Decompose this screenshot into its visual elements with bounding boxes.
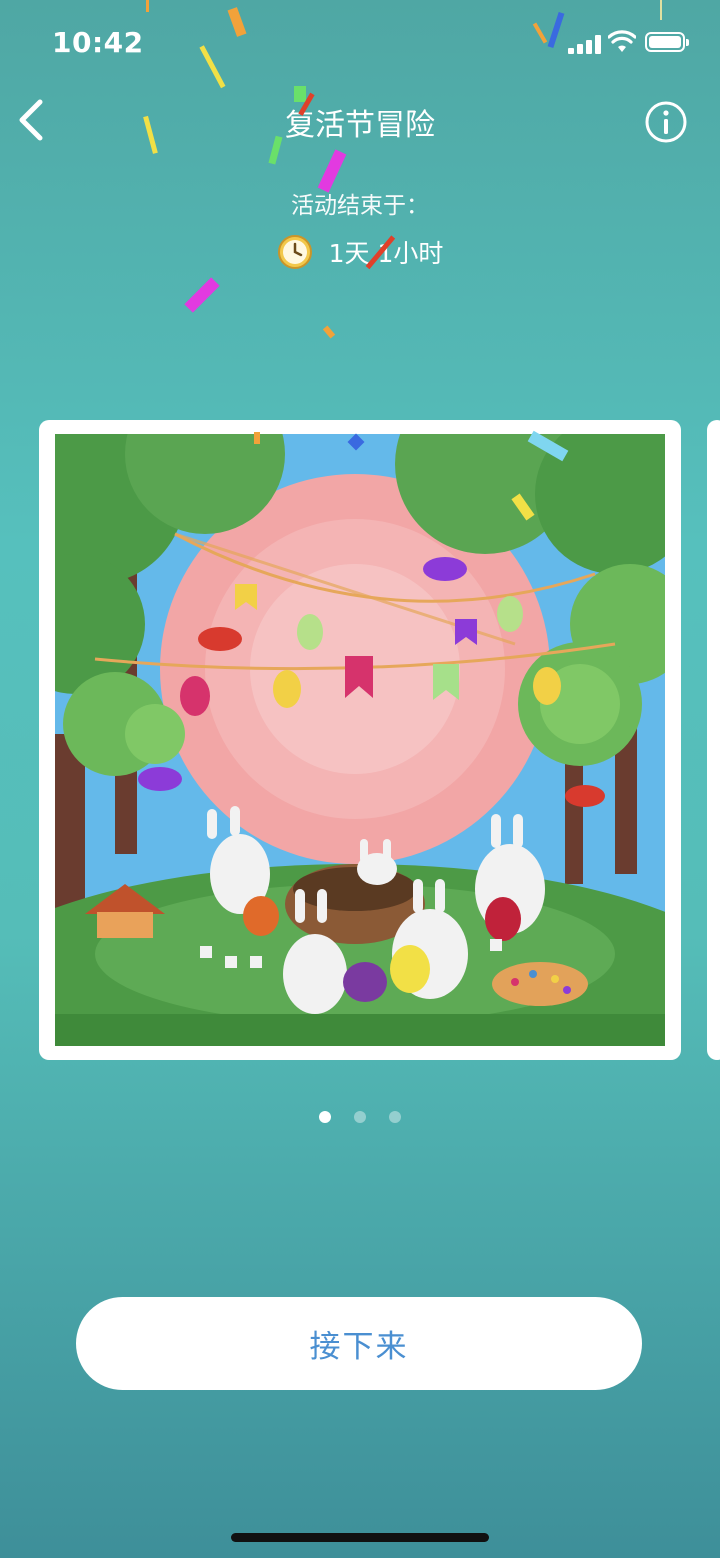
wifi-icon — [608, 30, 636, 52]
next-button[interactable]: 接下来 — [76, 1297, 642, 1390]
next-carousel-card-peek[interactable] — [707, 420, 720, 1060]
info-circle-icon[interactable] — [644, 100, 688, 144]
easter-artwork-image — [55, 434, 665, 1046]
status-bar: 10:42 — [0, 0, 720, 88]
page-dot-3[interactable] — [389, 1111, 402, 1123]
page-dot-1[interactable] — [318, 1111, 331, 1123]
page-dot-2[interactable] — [354, 1111, 366, 1123]
carousel-page-indicator — [0, 1108, 720, 1127]
status-time: 10:42 — [52, 26, 144, 59]
countdown: 1天 1小时 — [0, 234, 720, 270]
carousel-card[interactable] — [39, 420, 681, 1060]
clock-icon — [277, 235, 312, 269]
countdown-text: 1天 1小时 — [328, 239, 444, 268]
home-indicator — [231, 1533, 489, 1542]
battery-icon — [645, 32, 689, 52]
event-ends-label: 活动结束于： — [291, 193, 429, 219]
page-title: 复活节冒险 — [285, 108, 435, 143]
cellular-signal-icon — [568, 34, 602, 54]
